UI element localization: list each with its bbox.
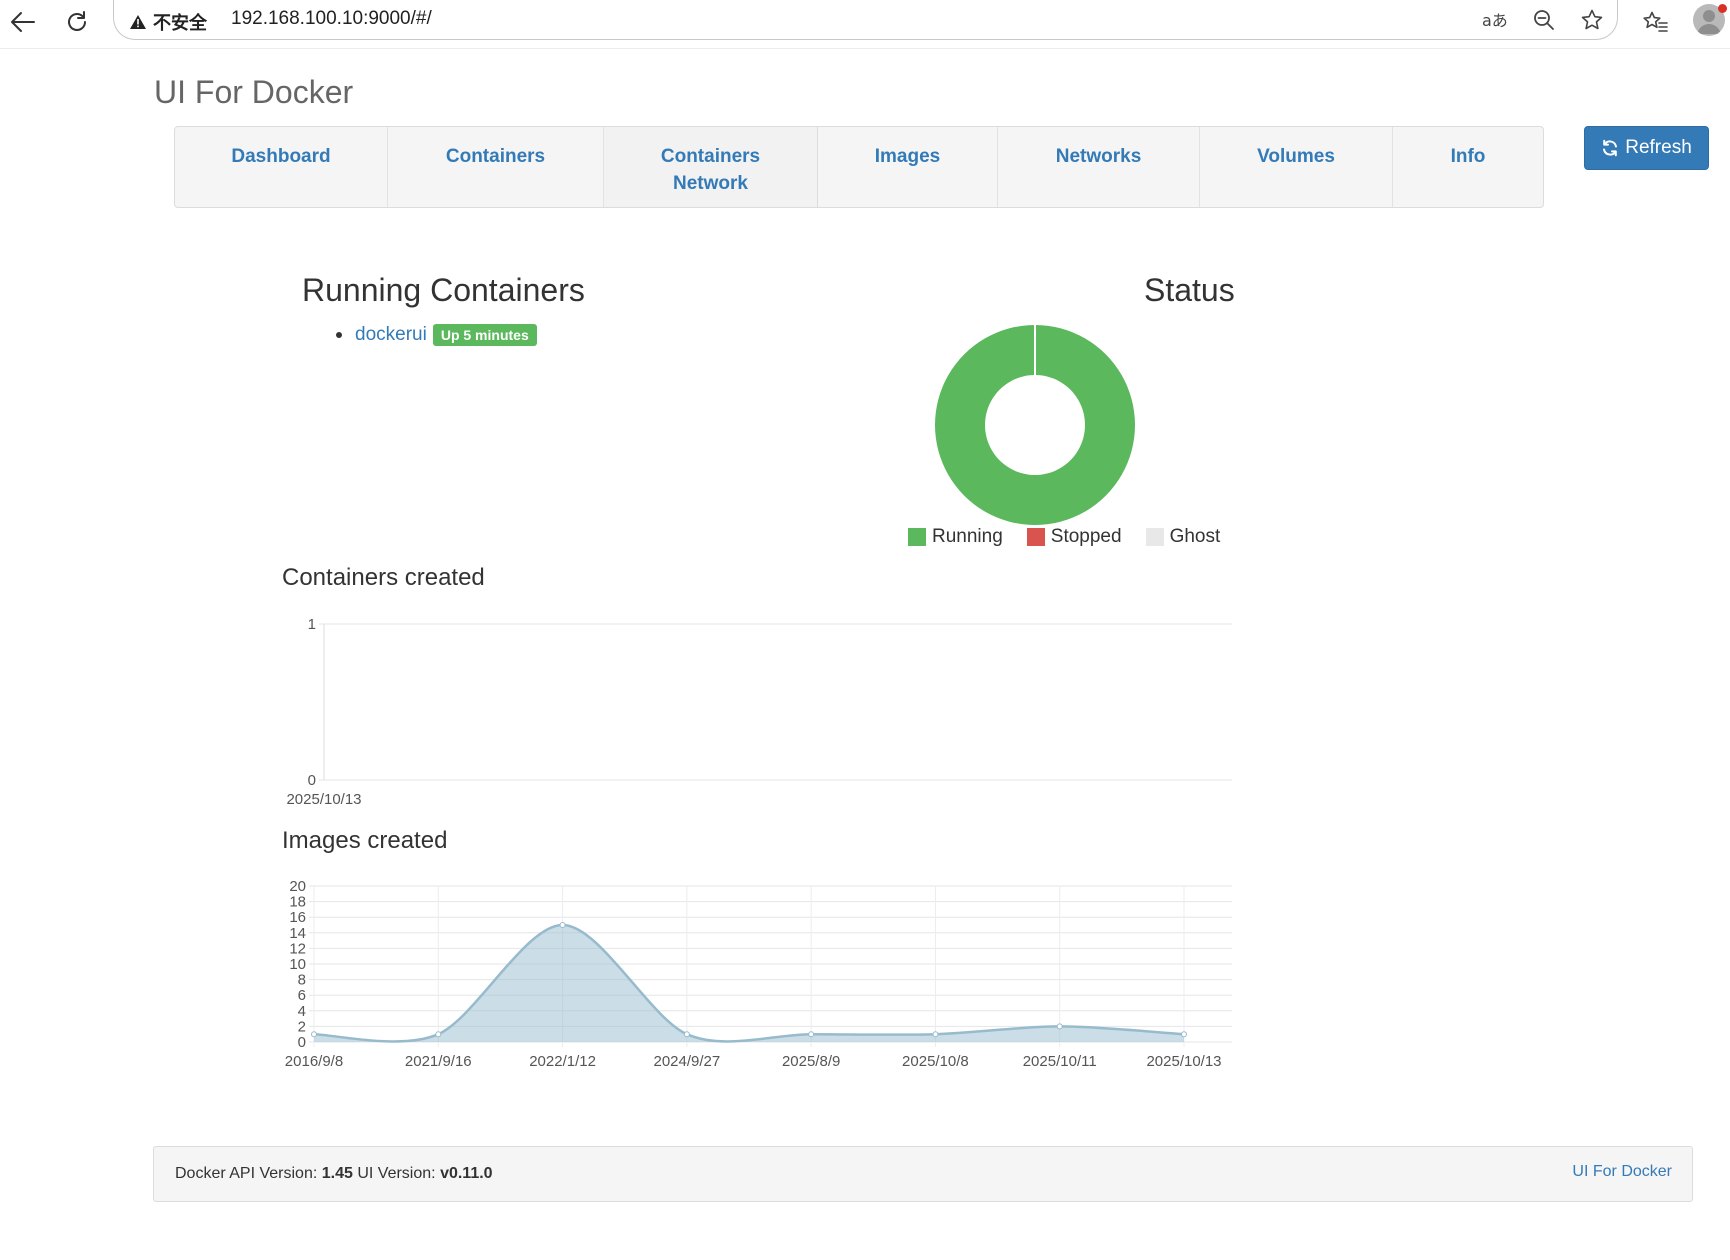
address-bar[interactable]: 不安全 192.168.100.10:9000/#/ aあ xyxy=(113,0,1618,40)
nav-volumes[interactable]: Volumes xyxy=(1200,127,1393,207)
refresh-label: Refresh xyxy=(1625,137,1692,158)
y-tick-label: 10 xyxy=(289,956,306,973)
legend-swatch-stopped xyxy=(1026,528,1045,546)
y-tick-label: 14 xyxy=(289,925,306,942)
x-tick-label: 2022/1/12 xyxy=(529,1053,596,1070)
running-containers-heading: Running Containers xyxy=(302,272,585,308)
legend-swatch-running xyxy=(908,528,926,546)
warning-icon xyxy=(130,15,146,29)
legend-ghost: Ghost xyxy=(1145,526,1221,548)
legend-swatch-ghost xyxy=(1145,528,1164,546)
nav-info[interactable]: Info xyxy=(1393,127,1543,207)
container-status-badge: Up 5 minutes xyxy=(432,324,537,346)
status-heading: Status xyxy=(1144,272,1235,308)
browser-toolbar: 不安全 192.168.100.10:9000/#/ aあ xyxy=(0,0,1730,44)
data-point xyxy=(1056,1023,1063,1030)
translate-icon[interactable]: aあ xyxy=(1479,5,1511,35)
series-line xyxy=(313,923,1185,1043)
refresh-icon xyxy=(1603,139,1618,157)
data-point xyxy=(808,1031,815,1038)
nav-containers[interactable]: Containers xyxy=(388,127,604,207)
y-tick-label: 1 xyxy=(308,616,316,633)
x-tick-label: 2025/10/13 xyxy=(286,791,361,808)
y-tick-label: 18 xyxy=(289,894,306,911)
x-tick-label: 2025/10/13 xyxy=(1146,1053,1221,1070)
app-title: UI For Docker xyxy=(154,74,354,110)
data-point xyxy=(311,1031,317,1038)
status-donut-chart xyxy=(932,322,1138,528)
security-label: 不安全 xyxy=(153,13,207,33)
divider xyxy=(0,48,1730,49)
x-tick-label: 2016/9/8 xyxy=(285,1053,343,1070)
images-created-chart: 02468101214161820 2016/9/8 2021/9/16 2022/1… xyxy=(285,878,1232,1070)
data-point xyxy=(559,922,566,928)
api-version-value: 1.45 xyxy=(321,1165,353,1182)
x-tick-label: 2025/10/11 xyxy=(1023,1053,1097,1070)
favorites-icon[interactable] xyxy=(1638,6,1672,38)
nav-images[interactable]: Images xyxy=(818,127,998,207)
nav-dashboard[interactable]: Dashboard xyxy=(175,127,388,207)
main-navbar: Dashboard Containers Containers Network … xyxy=(174,126,1544,208)
status-legend: Running Stopped Ghost xyxy=(908,526,1244,548)
containers-created-heading: Containers created xyxy=(282,564,485,591)
running-container-list: dockerui Up 5 minutes xyxy=(336,324,537,346)
nav-networks[interactable]: Networks xyxy=(998,127,1200,207)
y-tick-label: 6 xyxy=(298,987,306,1004)
y-tick-label: 20 xyxy=(289,878,306,895)
refresh-button[interactable]: Refresh xyxy=(1584,126,1709,170)
footer: Docker API Version: 1.45 UI Version: v0.… xyxy=(153,1146,1693,1202)
series-area xyxy=(314,925,1184,1042)
zoom-out-icon[interactable] xyxy=(1528,5,1560,35)
back-icon[interactable] xyxy=(6,6,40,38)
ui-version-label: UI Version: xyxy=(357,1165,436,1182)
footer-version-info: Docker API Version: 1.45 UI Version: v0.… xyxy=(175,1165,493,1183)
y-tick-label: 2 xyxy=(298,1018,306,1035)
footer-link[interactable]: UI For Docker xyxy=(1572,1163,1672,1181)
data-point xyxy=(1181,1031,1187,1038)
y-tick-label: 16 xyxy=(289,909,306,926)
y-tick-label: 0 xyxy=(308,772,316,789)
y-tick-label: 8 xyxy=(298,972,306,989)
ui-version-value: v0.11.0 xyxy=(440,1165,493,1182)
data-point xyxy=(932,1031,939,1038)
star-icon[interactable] xyxy=(1576,5,1608,35)
y-tick-label: 4 xyxy=(298,1003,306,1020)
images-created-heading: Images created xyxy=(282,827,448,854)
legend-stopped: Stopped xyxy=(1026,526,1122,548)
y-tick-label: 0 xyxy=(298,1034,306,1051)
y-tick-label: 12 xyxy=(289,940,306,957)
svg-text:aあ: aあ xyxy=(1482,11,1508,30)
legend-label: Stopped xyxy=(1050,526,1122,547)
data-point xyxy=(435,1031,442,1038)
security-indicator[interactable]: 不安全 xyxy=(129,9,207,35)
x-tick-label: 2024/9/27 xyxy=(653,1053,720,1070)
data-point xyxy=(683,1031,690,1038)
nav-containers-network[interactable]: Containers Network xyxy=(604,127,818,207)
x-tick-label: 2021/9/16 xyxy=(405,1053,472,1070)
container-link[interactable]: dockerui xyxy=(355,324,427,346)
legend-running: Running xyxy=(908,526,1003,548)
api-version-label: Docker API Version: xyxy=(175,1165,318,1182)
legend-label: Ghost xyxy=(1169,526,1221,547)
list-bullet xyxy=(336,332,342,338)
legend-label: Running xyxy=(932,526,1003,547)
notification-dot xyxy=(1718,4,1727,13)
x-tick-label: 2025/10/8 xyxy=(902,1053,969,1070)
containers-created-chart: 0 1 2025/10/13 xyxy=(286,616,1232,808)
url-text[interactable]: 192.168.100.10:9000/#/ xyxy=(231,8,432,30)
reload-icon[interactable] xyxy=(60,6,94,38)
x-tick-label: 2025/8/9 xyxy=(782,1053,840,1070)
